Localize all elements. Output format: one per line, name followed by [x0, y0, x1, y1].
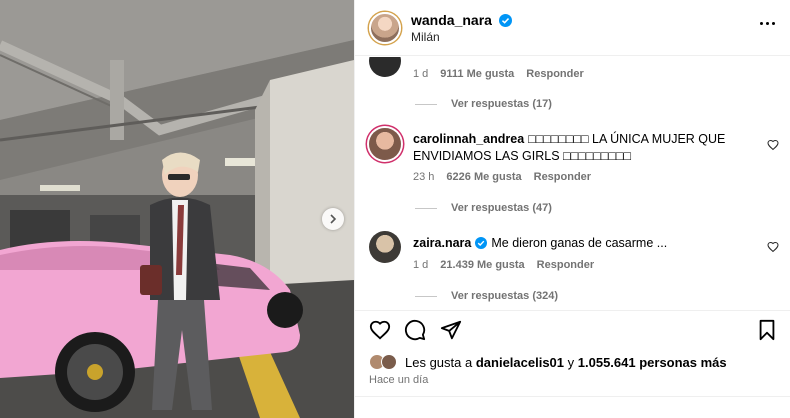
comment-username[interactable]: zaira.nara — [413, 236, 471, 250]
comment-likes[interactable]: 9111 Me gusta — [440, 68, 514, 80]
comment-time[interactable]: 1 d — [413, 68, 428, 80]
reply-button[interactable]: Responder — [534, 171, 591, 183]
comment-likes[interactable]: 6226 Me gusta — [446, 171, 521, 183]
comment-text: zaira.nara Me dieron ganas de casarme ... — [413, 235, 743, 252]
post-actions — [355, 310, 790, 346]
comments-list[interactable]: 1 d 9111 Me gusta Responder Ver respuest… — [355, 57, 790, 307]
view-replies-button[interactable]: Ver respuestas (47) — [415, 202, 552, 214]
comment-time[interactable]: 1 d — [413, 259, 428, 271]
likes-summary: Les gusta a danielacelis01 y 1.055.641 p… — [369, 352, 727, 372]
comment-avatar[interactable] — [369, 128, 401, 160]
reply-button[interactable]: Responder — [537, 259, 594, 271]
view-replies-button[interactable]: Ver respuestas (17) — [415, 98, 552, 110]
next-photo-button[interactable] — [322, 208, 344, 230]
comment-likes[interactable]: 21.439 Me gusta — [440, 259, 524, 271]
avatar[interactable] — [369, 12, 401, 44]
author-username-text[interactable]: wanda_nara — [411, 12, 492, 28]
comment-meta: 1 d 9111 Me gusta Responder — [413, 68, 584, 80]
view-replies-label: Ver respuestas (47) — [451, 202, 552, 214]
view-replies-label: Ver respuestas (324) — [451, 290, 559, 302]
post-details-panel: wanda_nara Milán 1 d 9111 Me gusta Respo… — [354, 0, 790, 418]
comment-text: carolinnah_andrea □□□□□□□□ LA ÚNICA MUJER… — [413, 131, 743, 165]
comment-username[interactable]: carolinnah_andrea — [413, 132, 524, 146]
post-location[interactable]: Milán — [411, 30, 440, 44]
verified-icon — [475, 237, 488, 249]
heart-icon[interactable] — [767, 139, 779, 151]
comment-meta: 23 h 6226 Me gusta Responder — [413, 171, 591, 183]
more-icon[interactable] — [760, 22, 775, 25]
view-replies-button[interactable]: Ver respuestas (324) — [415, 290, 558, 302]
post-time[interactable]: Hace un día — [369, 374, 428, 386]
comment-avatar[interactable] — [369, 231, 401, 263]
heart-icon[interactable] — [369, 319, 391, 341]
photo-scene — [0, 0, 354, 418]
likes-prefix: Les gusta a — [405, 354, 473, 370]
reply-button[interactable]: Responder — [526, 68, 583, 80]
comment-avatar[interactable] — [369, 57, 401, 77]
bookmark-icon[interactable] — [757, 319, 777, 341]
comment-time[interactable]: 23 h — [413, 171, 434, 183]
likes-text: Les gusta a danielacelis01 y 1.055.641 p… — [405, 355, 727, 370]
post-header: wanda_nara Milán — [355, 0, 790, 56]
view-replies-label: Ver respuestas (17) — [451, 98, 552, 110]
comment-meta: 1 d 21.439 Me gusta Responder — [413, 259, 594, 271]
avatar — [381, 354, 397, 370]
heart-icon[interactable] — [767, 241, 779, 253]
comment-body: Me dieron ganas de casarme ... — [491, 236, 668, 250]
add-comment-bar[interactable] — [355, 396, 790, 418]
likes-count[interactable]: 1.055.641 personas más — [578, 355, 727, 370]
likes-joiner: y — [567, 354, 575, 370]
share-icon[interactable] — [440, 319, 462, 341]
verified-icon — [498, 14, 512, 27]
post-photo — [0, 0, 354, 418]
comment-icon[interactable] — [404, 319, 426, 341]
liked-by-user[interactable]: danielacelis01 — [476, 355, 564, 370]
chevron-right-icon — [330, 214, 337, 224]
author-username[interactable]: wanda_nara — [411, 12, 512, 28]
